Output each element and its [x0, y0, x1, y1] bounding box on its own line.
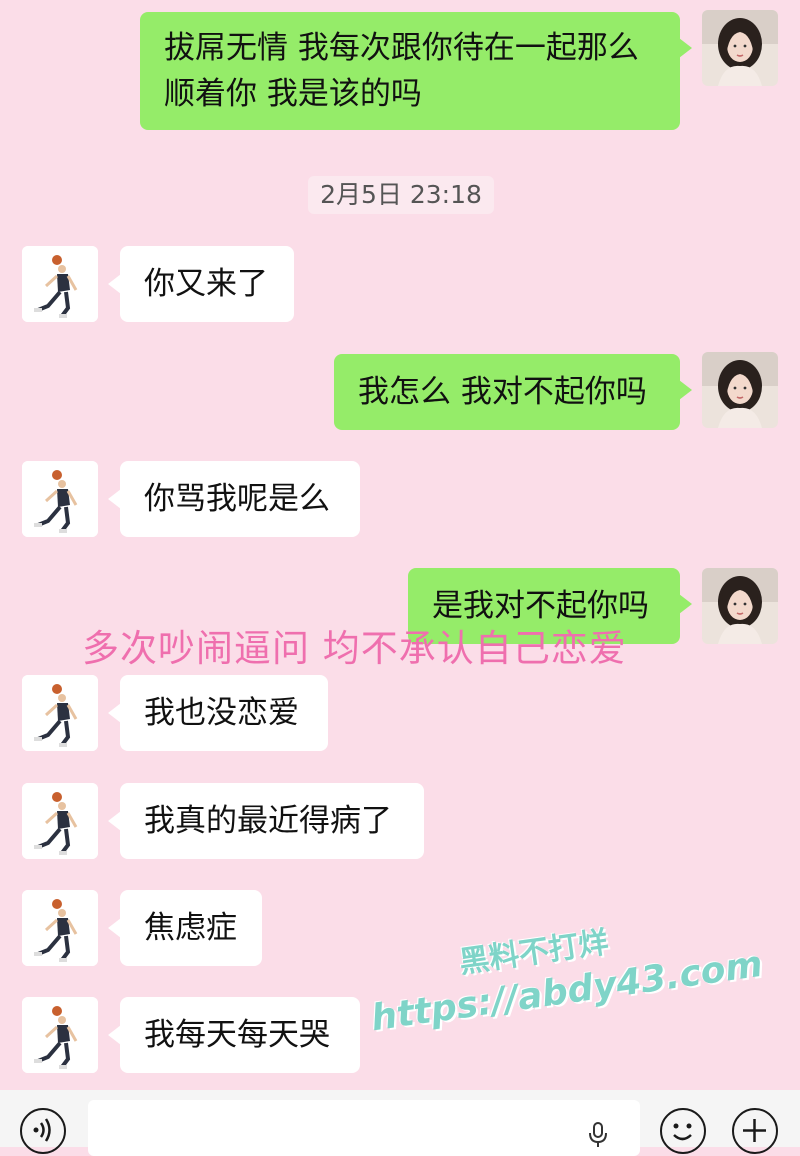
annotation-caption: 多次吵闹逼问 均不承认自己恋爱: [82, 627, 627, 670]
message-input[interactable]: [88, 1100, 640, 1156]
basketball-player-avatar-image: [22, 675, 98, 751]
basketball-player-avatar-image: [22, 890, 98, 966]
emoji-icon: [673, 1123, 692, 1141]
message-text: 我怎么 我对不起你吗: [358, 374, 647, 410]
message-text: 我也没恋爱: [144, 695, 299, 731]
contact-avatar[interactable]: [22, 783, 98, 859]
emoji-button[interactable]: [660, 1108, 706, 1154]
message-bubble-received[interactable]: 你又来了: [108, 246, 294, 322]
message-bubble-received[interactable]: 你骂我呢是么: [108, 461, 360, 537]
self-avatar[interactable]: [702, 10, 778, 86]
plus-icon: [743, 1119, 766, 1142]
self-avatar[interactable]: [702, 352, 778, 428]
microphone-icon[interactable]: [588, 1122, 608, 1148]
contact-avatar[interactable]: [22, 246, 98, 322]
basketball-player-avatar-image: [22, 783, 98, 859]
message-bubble-received[interactable]: 我真的最近得病了: [108, 783, 424, 859]
message-bubble-sent[interactable]: 拔屌无情 我每次跟你待在一起那么 顺着你 我是该的吗: [140, 12, 692, 130]
contact-avatar[interactable]: [22, 675, 98, 751]
self-avatar-image: [702, 352, 778, 428]
timestamp-label: 2月5日 23:18: [308, 176, 494, 214]
contact-avatar[interactable]: [22, 997, 98, 1073]
plus-button[interactable]: [732, 1108, 778, 1154]
basketball-player-avatar-image: [22, 461, 98, 537]
message-bubble-sent[interactable]: 我怎么 我对不起你吗: [334, 354, 692, 430]
message-text: 我每天每天哭: [144, 1017, 330, 1053]
message-bubble-received[interactable]: 焦虑症: [108, 890, 262, 966]
message-text: 焦虑症: [144, 910, 237, 946]
contact-avatar[interactable]: [22, 461, 98, 537]
voice-icon: [33, 1118, 51, 1142]
basketball-player-avatar-image: [22, 246, 98, 322]
message-text: 你又来了: [144, 266, 268, 302]
watermark: 黑料不打烊 https://abdy43.com: [363, 904, 765, 1086]
message-text: 你骂我呢是么: [144, 481, 330, 517]
message-text: 我真的最近得病了: [144, 803, 392, 839]
chat-area[interactable]: 拔屌无情 我每次跟你待在一起那么 顺着你 我是该的吗 2月5日 23:18 你又…: [0, 0, 800, 1090]
self-avatar-image: [702, 10, 778, 86]
message-bubble-received[interactable]: 我每天每天哭: [108, 997, 360, 1073]
message-text: 顺着你 我是该的吗: [164, 76, 422, 112]
basketball-player-avatar-image: [22, 997, 98, 1073]
message-bubble-received[interactable]: 我也没恋爱: [108, 675, 328, 751]
message-text: 拔屌无情 我每次跟你待在一起那么: [164, 30, 639, 66]
contact-avatar[interactable]: [22, 890, 98, 966]
voice-button[interactable]: [20, 1108, 66, 1154]
